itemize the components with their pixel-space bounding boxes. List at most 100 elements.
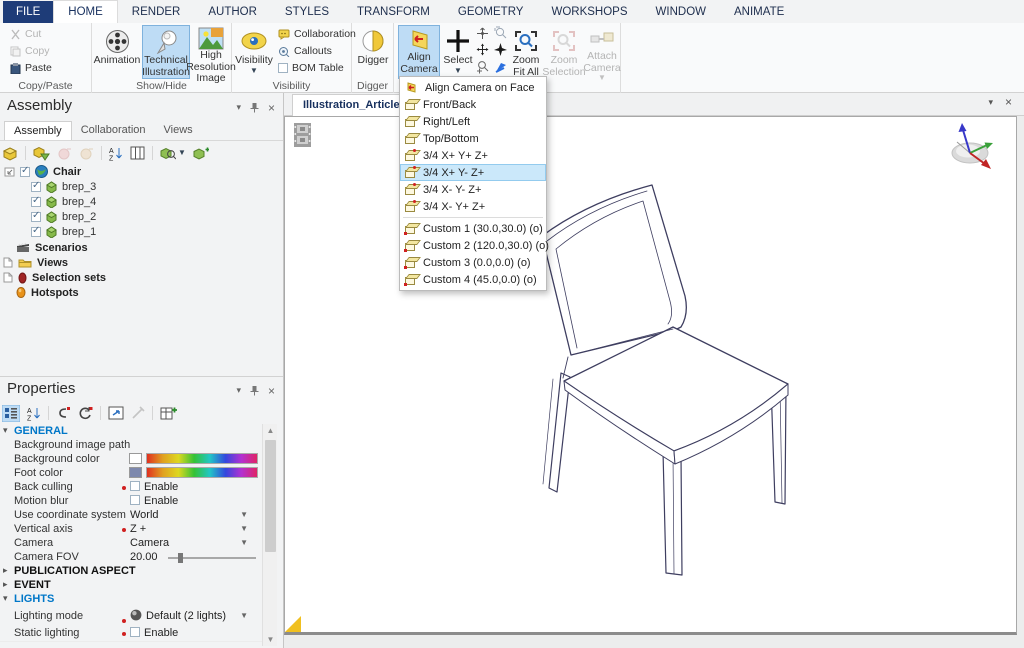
motion-blur-checkbox[interactable]	[130, 495, 140, 505]
row-camera-fov[interactable]: Camera FOV 20.00	[0, 550, 262, 564]
assembly-tab[interactable]: Assembly	[4, 121, 72, 140]
views-tab[interactable]: Views	[155, 121, 202, 140]
scroll-down-icon[interactable]: ▼	[263, 635, 278, 644]
tab-window[interactable]: WINDOW	[642, 0, 720, 23]
part-visibility-checkbox[interactable]	[31, 182, 41, 192]
row-motion-blur[interactable]: Motion blur Enable	[0, 494, 262, 508]
fov-slider-thumb[interactable]	[178, 553, 183, 563]
menu-item-align-camera-on-face[interactable]: Align Camera on Face	[400, 79, 546, 96]
dropdown-arrow-icon[interactable]: ▼	[240, 524, 248, 533]
tree-row-brep1[interactable]: brep_1	[31, 224, 96, 239]
paste-button[interactable]: Paste	[10, 62, 52, 74]
tree-row-brep4[interactable]: brep_4	[31, 194, 96, 209]
tree-row-selection-sets[interactable]: Selection sets	[3, 270, 106, 285]
part-visibility-checkbox[interactable]	[31, 212, 41, 222]
look-at-button[interactable]	[494, 60, 508, 77]
tree-row-chair[interactable]: Chair	[4, 164, 81, 179]
static-lighting-checkbox[interactable]	[130, 627, 140, 637]
event-properties-button[interactable]	[56, 406, 71, 420]
menu-item-right-left[interactable]: Right/Left	[400, 113, 546, 130]
menu-item-custom-4[interactable]: Custom 4 (45.0,0.0) (o)	[400, 271, 546, 288]
add-property-table-button[interactable]	[160, 406, 177, 421]
tree-row-scenarios[interactable]: Scenarios	[16, 240, 88, 255]
3d-viewport-canvas[interactable]	[284, 116, 1017, 635]
attach-camera-button[interactable]: Attach Camera ▼	[584, 25, 620, 79]
zoom-window-button[interactable]	[494, 26, 508, 43]
tab-animate[interactable]: ANIMATE	[720, 0, 798, 23]
technical-illustration-button[interactable]: Technical Illustration	[142, 25, 190, 79]
disabled-tool-icon-1[interactable]	[57, 146, 72, 161]
tab-styles[interactable]: STYLES	[271, 0, 343, 23]
panel-collapse-icon[interactable]: ▾	[236, 102, 241, 113]
tree-row-views[interactable]: Views	[3, 255, 68, 270]
tree-expander-icon[interactable]	[4, 166, 15, 177]
back-culling-checkbox[interactable]	[130, 481, 140, 491]
part-visibility-checkbox[interactable]	[31, 197, 41, 207]
row-static-lighting[interactable]: Static lighting Enable	[0, 626, 262, 640]
zoom-fit-all-button[interactable]: Zoom Fit All	[508, 25, 544, 79]
row-background-image-path[interactable]: Background image path	[0, 438, 262, 452]
high-resolution-image-button[interactable]: High Resolution Image	[192, 25, 230, 79]
collaboration-tab[interactable]: Collaboration	[72, 121, 155, 140]
tree-row-brep3[interactable]: brep_3	[31, 179, 96, 194]
file-menu-button[interactable]: FILE	[3, 1, 53, 23]
properties-scrollbar[interactable]: ▲ ▼	[262, 424, 277, 646]
tab-workshops[interactable]: WORKSHOPS	[537, 0, 641, 23]
select-part-button[interactable]	[33, 146, 50, 161]
disabled-tool-icon-2[interactable]	[79, 146, 94, 161]
panel-close-icon[interactable]: ×	[268, 103, 275, 113]
tab-transform[interactable]: TRANSFORM	[343, 0, 444, 23]
tree-row-brep2[interactable]: brep_2	[31, 209, 96, 224]
menu-item-custom-1[interactable]: Custom 1 (30.0,30.0) (o)	[400, 220, 546, 237]
pan-tool-button[interactable]	[476, 27, 489, 43]
sort-alphabetical-button[interactable]: AZ	[109, 146, 123, 161]
menu-item-custom-2[interactable]: Custom 2 (120.0,30.0) (o)	[400, 237, 546, 254]
panel-pin-icon[interactable]	[250, 102, 259, 113]
linked-properties-button[interactable]	[108, 406, 124, 420]
row-use-coordinate-system[interactable]: Use coordinate system World ▼	[0, 508, 262, 522]
menu-item-custom-3[interactable]: Custom 3 (0.0,0.0) (o)	[400, 254, 546, 271]
panel-collapse-icon[interactable]: ▾	[236, 385, 241, 396]
column-view-button[interactable]	[130, 146, 145, 160]
chair-visibility-checkbox[interactable]	[20, 167, 30, 177]
move-camera-button[interactable]	[476, 43, 489, 59]
menu-item-34-xp-ym-zp[interactable]: 3/4 X+ Y- Z+	[400, 164, 546, 181]
zoom-in-out-button[interactable]	[476, 60, 490, 77]
dropdown-arrow-icon[interactable]: ▼	[240, 510, 248, 519]
dropdown-arrow-icon[interactable]: ▼	[240, 538, 248, 547]
callouts-toggle[interactable]: Callouts	[278, 45, 332, 57]
cut-button[interactable]: Cut	[10, 28, 41, 40]
fly-through-button[interactable]	[493, 42, 508, 60]
menu-item-34-xm-yp-zp[interactable]: 3/4 X- Y+ Z+	[400, 198, 546, 215]
dropdown-arrow-icon[interactable]: ▼	[240, 611, 248, 620]
row-lighting-mode[interactable]: Lighting mode Default (2 lights) ▼	[0, 609, 262, 623]
visibility-button[interactable]: Visibility ▼	[234, 25, 274, 79]
row-vertical-axis[interactable]: Vertical axis Z + ▼	[0, 522, 262, 536]
section-general[interactable]: ▾ GENERAL	[0, 424, 262, 438]
foot-color-gradient-bar[interactable]	[146, 467, 258, 478]
viewport-menu-icon[interactable]: ▾	[988, 97, 993, 108]
menu-item-34-xm-ym-zp[interactable]: 3/4 X- Y- Z+	[400, 181, 546, 198]
bom-table-checkbox[interactable]: BOM Table	[278, 62, 344, 74]
menu-item-top-bottom[interactable]: Top/Bottom	[400, 130, 546, 147]
viewport-close-icon[interactable]: ×	[1005, 97, 1012, 108]
tab-geometry[interactable]: GEOMETRY	[444, 0, 538, 23]
menu-item-34-xp-yp-zp[interactable]: 3/4 X+ Y+ Z+	[400, 147, 546, 164]
tab-render[interactable]: RENDER	[118, 0, 195, 23]
add-part-button[interactable]	[193, 146, 209, 161]
foot-color-swatch[interactable]	[129, 467, 142, 478]
attach-properties-button[interactable]	[131, 406, 145, 420]
scrollbar-thumb[interactable]	[265, 440, 276, 552]
section-lights[interactable]: ▾ LIGHTS	[0, 592, 262, 606]
reset-properties-button[interactable]	[78, 406, 93, 420]
categorized-view-button[interactable]	[2, 405, 20, 422]
tree-row-hotspots[interactable]: Hotspots	[16, 285, 79, 300]
animation-button[interactable]: Animation	[94, 25, 140, 79]
section-publication-aspect[interactable]: ▸ PUBLICATION ASPECT	[0, 564, 262, 578]
tab-home[interactable]: HOME	[53, 0, 118, 23]
background-color-swatch[interactable]	[129, 453, 142, 464]
zoom-selection-button[interactable]: Zoom Selection	[546, 25, 582, 79]
copy-button[interactable]: Copy	[10, 45, 50, 57]
collaboration-toggle[interactable]: Collaboration	[278, 28, 356, 40]
row-background-color[interactable]: Background color	[0, 452, 262, 466]
